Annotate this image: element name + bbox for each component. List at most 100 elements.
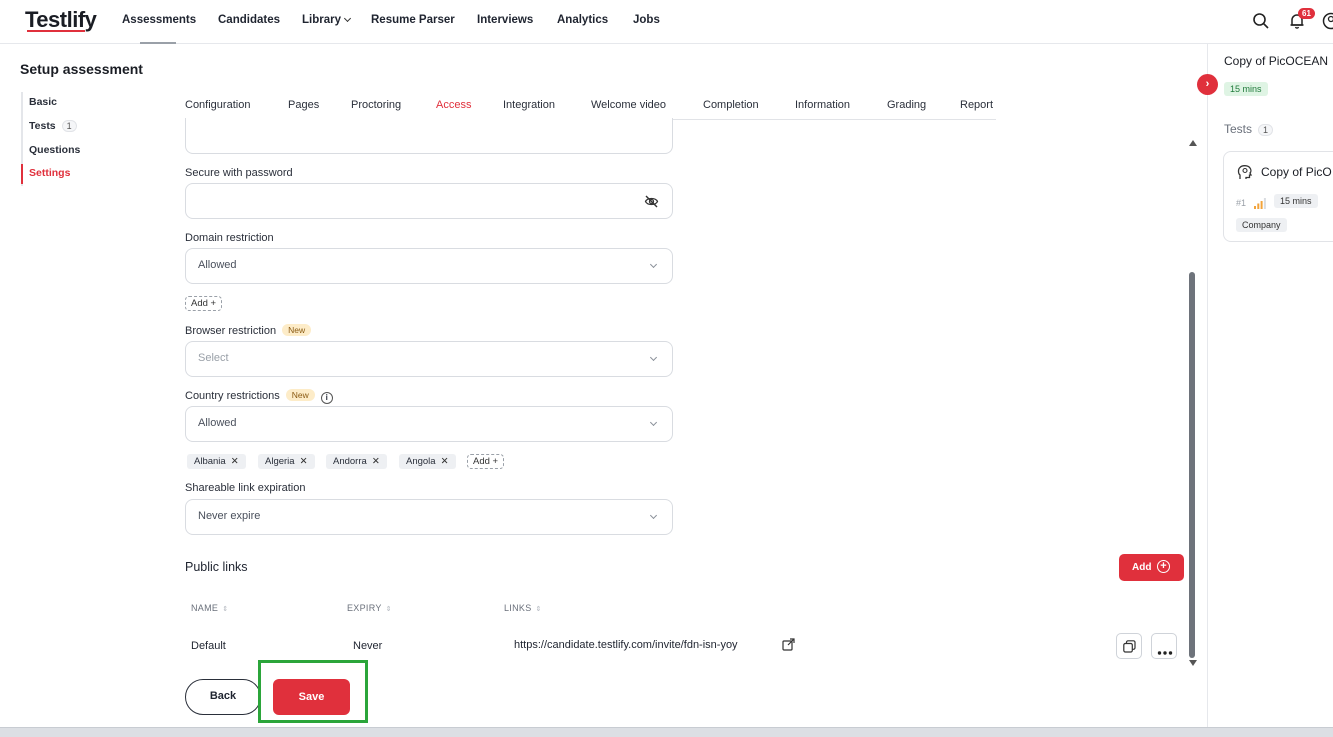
browser-restriction-text: Browser restriction [185,325,277,337]
tab-configuration[interactable]: Configuration [185,99,250,111]
copy-icon [1123,640,1136,658]
chevron-down-icon [649,418,658,427]
nav-analytics[interactable]: Analytics [557,14,608,26]
tab-information[interactable]: Information [795,99,850,111]
tab-integration[interactable]: Integration [503,99,555,111]
column-header-label: EXPIRY [347,603,382,613]
tab-report[interactable]: Report [960,99,993,111]
user-account-icon[interactable] [1322,12,1333,35]
scroll-up-arrow[interactable] [1189,140,1197,146]
chevron-down-icon [649,353,658,362]
link-expiration-label: Shareable link expiration [185,482,306,494]
brain-head-icon [1237,164,1253,186]
row-expiry-cell: Never [353,640,383,652]
top-navigation-bar: Testlify Assessments Candidates Library … [0,0,1333,44]
tab-pages[interactable]: Pages [288,99,319,111]
remove-tag-icon[interactable]: ✕ [300,456,308,467]
tab-access[interactable]: Access [436,99,471,111]
link-expiration-select[interactable]: Never expire [185,499,673,535]
sidebar-active-indicator [21,164,23,184]
tab-proctoring[interactable]: Proctoring [351,99,401,111]
search-icon[interactable] [1252,12,1270,35]
assessment-name: Copy of PicOCEAN [1224,54,1329,68]
sidebar-item-questions[interactable]: Questions [29,144,80,156]
test-card-tag: Company [1236,218,1287,232]
chevron-right-icon: › [1205,78,1210,90]
new-badge: New [282,324,312,336]
remove-tag-icon[interactable]: ✕ [441,456,449,467]
save-button[interactable]: Save [273,679,350,715]
row-name-cell: Default [191,640,226,652]
nav-library[interactable]: Library [302,14,352,26]
plus-icon: + [210,298,217,309]
column-header-name[interactable]: NAME ⇕ [191,603,228,613]
sidebar-item-settings[interactable]: Settings [29,167,70,179]
tab-grading[interactable]: Grading [887,99,926,111]
test-card-duration: 15 mins [1274,194,1318,208]
add-country-label: Add [473,456,490,467]
browser-restriction-select[interactable]: Select [185,341,673,377]
previous-field-clipped[interactable] [185,118,673,154]
add-public-link-label: Add [1132,562,1152,573]
scroll-down-arrow[interactable] [1189,660,1197,666]
more-options-button[interactable] [1151,633,1177,659]
browser-restriction-label: Browser restriction New [185,324,312,337]
panel-tests-heading: Tests 1 [1224,122,1274,136]
domain-restriction-label: Domain restriction [185,232,274,244]
country-tag-label: Angola [406,456,436,467]
nav-assessments[interactable]: Assessments [122,14,196,26]
assessment-duration-badge: 15 mins [1224,82,1268,96]
tab-welcome-video[interactable]: Welcome video [591,99,666,111]
nav-active-indicator [140,42,176,44]
plus-icon: + [492,456,499,467]
sidebar-item-tests[interactable]: Tests 1 [29,120,77,132]
test-card-title: Copy of PicO [1261,165,1332,179]
sidebar-item-basic[interactable]: Basic [29,96,57,108]
column-header-expiry[interactable]: EXPIRY ⇕ [347,603,392,613]
remove-tag-icon[interactable]: ✕ [231,456,239,467]
scrollbar-thumb[interactable] [1189,272,1195,658]
country-restrictions-text: Country restrictions [185,390,280,402]
add-country-button[interactable]: Add + [467,454,505,469]
chevron-down-icon [649,511,658,520]
nav-resume-parser[interactable]: Resume Parser [371,14,455,26]
collapse-panel-button[interactable]: › [1197,74,1218,95]
public-links-title: Public links [185,560,248,574]
column-header-links[interactable]: LINKS ⇕ [504,603,542,613]
country-restrictions-select[interactable]: Allowed [185,406,673,442]
country-tag-angola: Angola ✕ [399,454,456,469]
nav-interviews[interactable]: Interviews [477,14,533,26]
country-tag-label: Andorra [333,456,367,467]
external-link-icon[interactable] [782,638,795,656]
add-domain-button[interactable]: Add + [185,296,223,311]
eye-off-icon[interactable] [644,194,659,214]
test-card-number: #1 [1236,198,1247,208]
add-public-link-button[interactable]: Add + [1119,554,1184,581]
difficulty-bars-icon [1254,196,1266,214]
remove-tag-icon[interactable]: ✕ [372,456,380,467]
country-restrictions-value: Allowed [198,417,237,429]
info-icon[interactable]: i [320,392,333,404]
os-taskbar [0,727,1333,737]
country-tag-algeria: Algeria ✕ [258,454,315,469]
test-card[interactable]: Copy of PicO #1 15 mins Company [1223,151,1333,242]
notification-count-badge: 61 [1298,8,1315,19]
copy-link-button[interactable] [1116,633,1142,659]
settings-tabs: Configuration Pages Proctoring Access In… [185,92,996,120]
nav-candidates[interactable]: Candidates [218,14,280,26]
password-field[interactable] [185,183,673,219]
public-link-url[interactable]: https://candidate.testlify.com/invite/fd… [514,639,738,651]
chevron-down-icon [343,14,352,23]
domain-restriction-value: Allowed [198,259,237,271]
nav-jobs[interactable]: Jobs [633,14,660,26]
nav-library-label: Library [302,14,341,26]
tab-completion[interactable]: Completion [703,99,759,111]
panel-tests-label: Tests [1224,122,1253,136]
link-expiration-value: Never expire [198,510,261,522]
back-button[interactable]: Back [185,679,261,715]
domain-restriction-select[interactable]: Allowed [185,248,673,284]
new-badge: New [285,389,315,401]
panel-tests-count: 1 [1258,124,1274,136]
sort-icon: ⇕ [535,606,542,613]
country-tag-andorra: Andorra ✕ [326,454,387,469]
